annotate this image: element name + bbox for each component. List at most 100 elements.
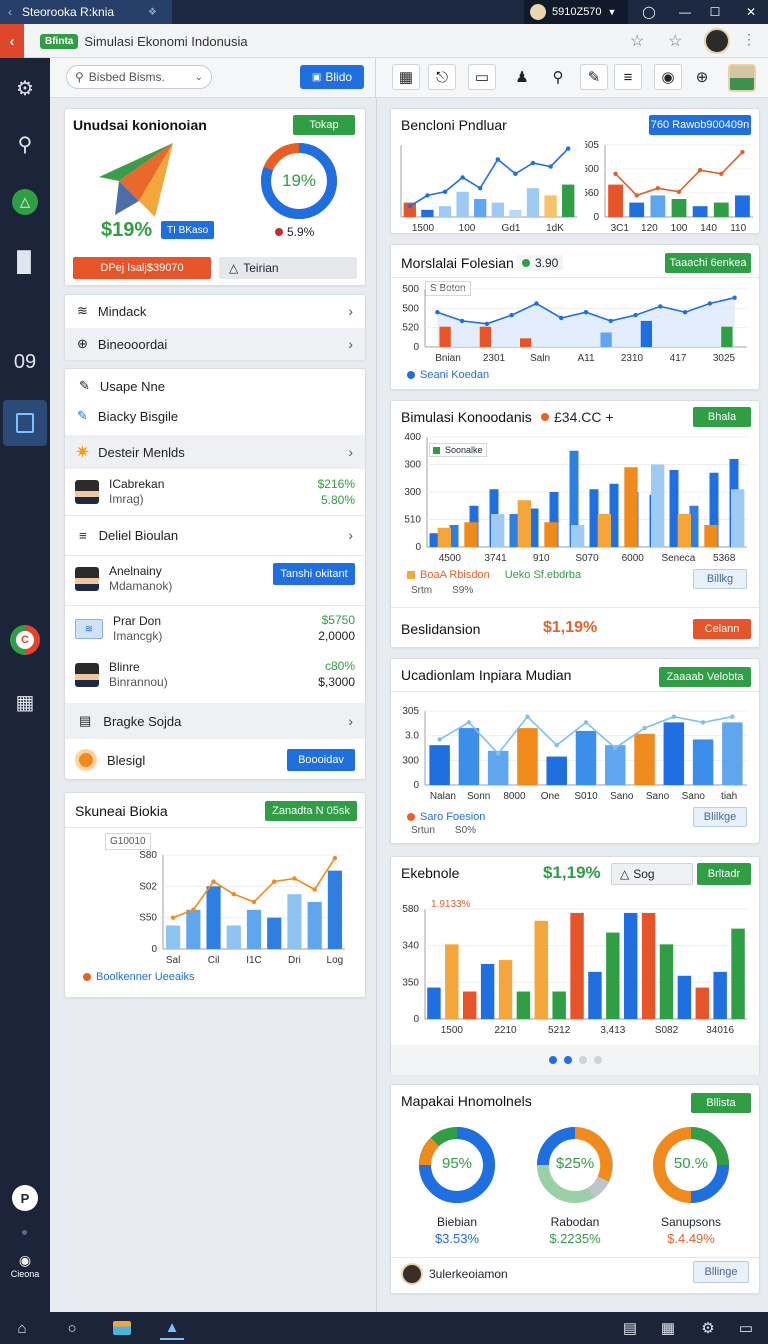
window-tab[interactable]: ‹ Steorooka R:knia ❖	[0, 0, 172, 24]
menu-item-bineooordai[interactable]: ⊕ Bineooordai ›	[65, 328, 365, 360]
list-item[interactable]: Blesigl Boooidav	[65, 741, 365, 779]
account-switcher[interactable]: 5910Z570 ▼	[524, 0, 628, 24]
user-icon[interactable]: ♟	[508, 64, 536, 90]
keyboard-icon[interactable]: ▤	[618, 1316, 642, 1340]
list-action-button[interactable]: Boooidav	[287, 749, 355, 771]
ekebnole-button[interactable]: Brltadr	[697, 863, 751, 885]
back-arrow-icon[interactable]: ‹	[8, 5, 12, 19]
page-dot[interactable]	[578, 1056, 587, 1064]
x-tick-label: 3741	[484, 553, 507, 564]
data-point	[671, 714, 677, 719]
bar-chart-icon[interactable]: ▉	[5, 242, 45, 282]
person-action-button[interactable]: Tanshi okitant	[273, 563, 355, 585]
table-row[interactable]: ≋ Prar Don Imancgk) $5750 2,0000	[65, 609, 365, 649]
list-item[interactable]: ✷ Desteir Menlds ›	[65, 435, 365, 469]
camera-icon[interactable]: ◉	[654, 64, 682, 90]
document-icon[interactable]	[3, 400, 47, 446]
home-icon[interactable]: ⌂	[10, 1316, 34, 1340]
legend-dot	[407, 371, 415, 379]
bar	[722, 722, 743, 785]
ekebnole-search-label: Sog	[633, 867, 655, 881]
magnifier-icon[interactable]: ⚲	[544, 64, 572, 90]
bencloni-tag[interactable]: 760 Rawob900409n	[649, 115, 751, 135]
table-row[interactable]: Blinre Binrannou) c80% $,3000	[65, 655, 365, 695]
bookmark-star-icon[interactable]: ☆	[668, 31, 682, 51]
folder-icon[interactable]	[110, 1316, 134, 1340]
bimulasi-footer-button[interactable]: Celann	[693, 619, 751, 639]
minimize-button[interactable]: —	[670, 0, 700, 24]
ucadionlam-light-button[interactable]: Blilkge	[693, 807, 747, 827]
person-sub: Imrag)	[109, 492, 144, 506]
back-button[interactable]: ‹	[0, 24, 24, 58]
kpi-orange-button[interactable]: DPej Isalj$39070	[73, 257, 211, 279]
chat-bubble-icon[interactable]: ◉	[0, 1252, 50, 1269]
grid-icon[interactable]: ▦	[5, 682, 45, 722]
bar	[166, 925, 181, 949]
person-sub: Imancgk)	[113, 629, 163, 643]
pen-icon[interactable]: ✎	[580, 64, 608, 90]
data-point	[466, 720, 472, 725]
bimulasi-tag[interactable]: Bhala	[693, 407, 751, 427]
person-value-2: 2,0000	[318, 629, 355, 643]
close-button[interactable]: ✕	[736, 0, 766, 24]
browser-icon[interactable]: ▲	[160, 1316, 184, 1340]
maximize-button[interactable]: ☐	[700, 0, 730, 24]
data-point	[484, 321, 490, 326]
more-icon[interactable]: ⋮	[742, 31, 756, 48]
record-icon[interactable]: C	[5, 620, 45, 660]
grid-view-icon[interactable]: ▦	[392, 64, 420, 90]
morslalai-tag[interactable]: Taaachi 6enkea	[665, 253, 751, 273]
mapakai-tag[interactable]: Bllista	[691, 1093, 751, 1113]
kpi-grey-button[interactable]: △ Teirian	[219, 257, 357, 279]
y-tick-label: S50	[139, 913, 157, 924]
toolbar-primary-button[interactable]: ▣ Blido	[300, 65, 364, 89]
mapakai-user-name: 3ulerkeoiamon	[429, 1267, 508, 1281]
circle-icon[interactable]: ○	[60, 1316, 84, 1340]
zoom-icon[interactable]: ⊕	[688, 64, 716, 90]
list-item[interactable]: ≡ Deliel Bioulan ›	[65, 519, 365, 551]
bimulasi-title: Bimulasi Konoodanis	[401, 409, 532, 425]
data-point	[559, 315, 564, 321]
bar	[429, 533, 439, 547]
list-item[interactable]: ✎ Usape Nne	[65, 371, 365, 401]
skuneai-tag[interactable]: Zanadta N 05sk	[265, 801, 357, 821]
export-icon[interactable]: ▭	[468, 64, 496, 90]
chevron-right-icon: ›	[348, 303, 353, 319]
page-dot[interactable]	[563, 1056, 572, 1064]
bimulasi-light-button[interactable]: Billkg	[693, 569, 747, 589]
page-dot[interactable]	[593, 1056, 602, 1064]
ekebnole-metric: $1,19%	[543, 863, 601, 882]
profile-icon[interactable]: P	[5, 1178, 45, 1218]
page-dot[interactable]	[548, 1056, 557, 1064]
notification-icon[interactable]: ▭	[734, 1316, 758, 1340]
lock-icon[interactable]: ⎋	[428, 64, 456, 90]
bar	[735, 195, 750, 217]
user-avatar[interactable]	[704, 28, 730, 54]
pin-icon[interactable]: ❖	[148, 7, 157, 18]
address-bar[interactable]: Bfinta Simulasi Ekonomi Indonusia	[40, 30, 248, 52]
kpi-donut-value: 19%	[281, 171, 317, 190]
profile-area: ◉ Cieona	[0, 1252, 50, 1279]
y-tick-label: 500	[402, 303, 419, 314]
ekebnole-search[interactable]: △ Sog	[611, 863, 693, 885]
kpi-tag-button[interactable]: Tokap	[293, 115, 355, 135]
window-icon[interactable]: ▦	[656, 1316, 680, 1340]
star-icon[interactable]: ☆	[630, 31, 644, 51]
profile-label: Cieona	[10, 1269, 40, 1279]
x-tick-label: Sano	[646, 791, 670, 802]
settings-icon[interactable]: ⚙	[5, 68, 45, 108]
alert-icon[interactable]: △	[5, 182, 45, 222]
list-item[interactable]: ✎ Biacky Bisgile	[65, 401, 365, 431]
menu-item-mindack[interactable]: ≋ Mindack ›	[65, 295, 365, 327]
mapakai-light-button[interactable]: Bllinge	[693, 1261, 749, 1283]
layers-icon[interactable]: ≡	[614, 64, 642, 90]
table-row[interactable]: ICabrekan Imrag) $216% 5.80%	[65, 473, 365, 511]
presenter-avatar[interactable]	[728, 64, 756, 92]
search-icon[interactable]: ⚲	[5, 124, 45, 164]
list-item[interactable]: ▤ Bragke Sojda ›	[65, 703, 365, 739]
chat-icon[interactable]: ◯	[634, 0, 664, 24]
settings-icon[interactable]: ⚙	[696, 1316, 720, 1340]
ucadionlam-tag[interactable]: Zaaaab Velobta	[659, 667, 751, 687]
search-select[interactable]: ⚲ Bisbed Bisms. ⌄	[66, 65, 212, 89]
table-row[interactable]: Anelnainy Mdamanok) Tanshi okitant	[65, 559, 365, 599]
